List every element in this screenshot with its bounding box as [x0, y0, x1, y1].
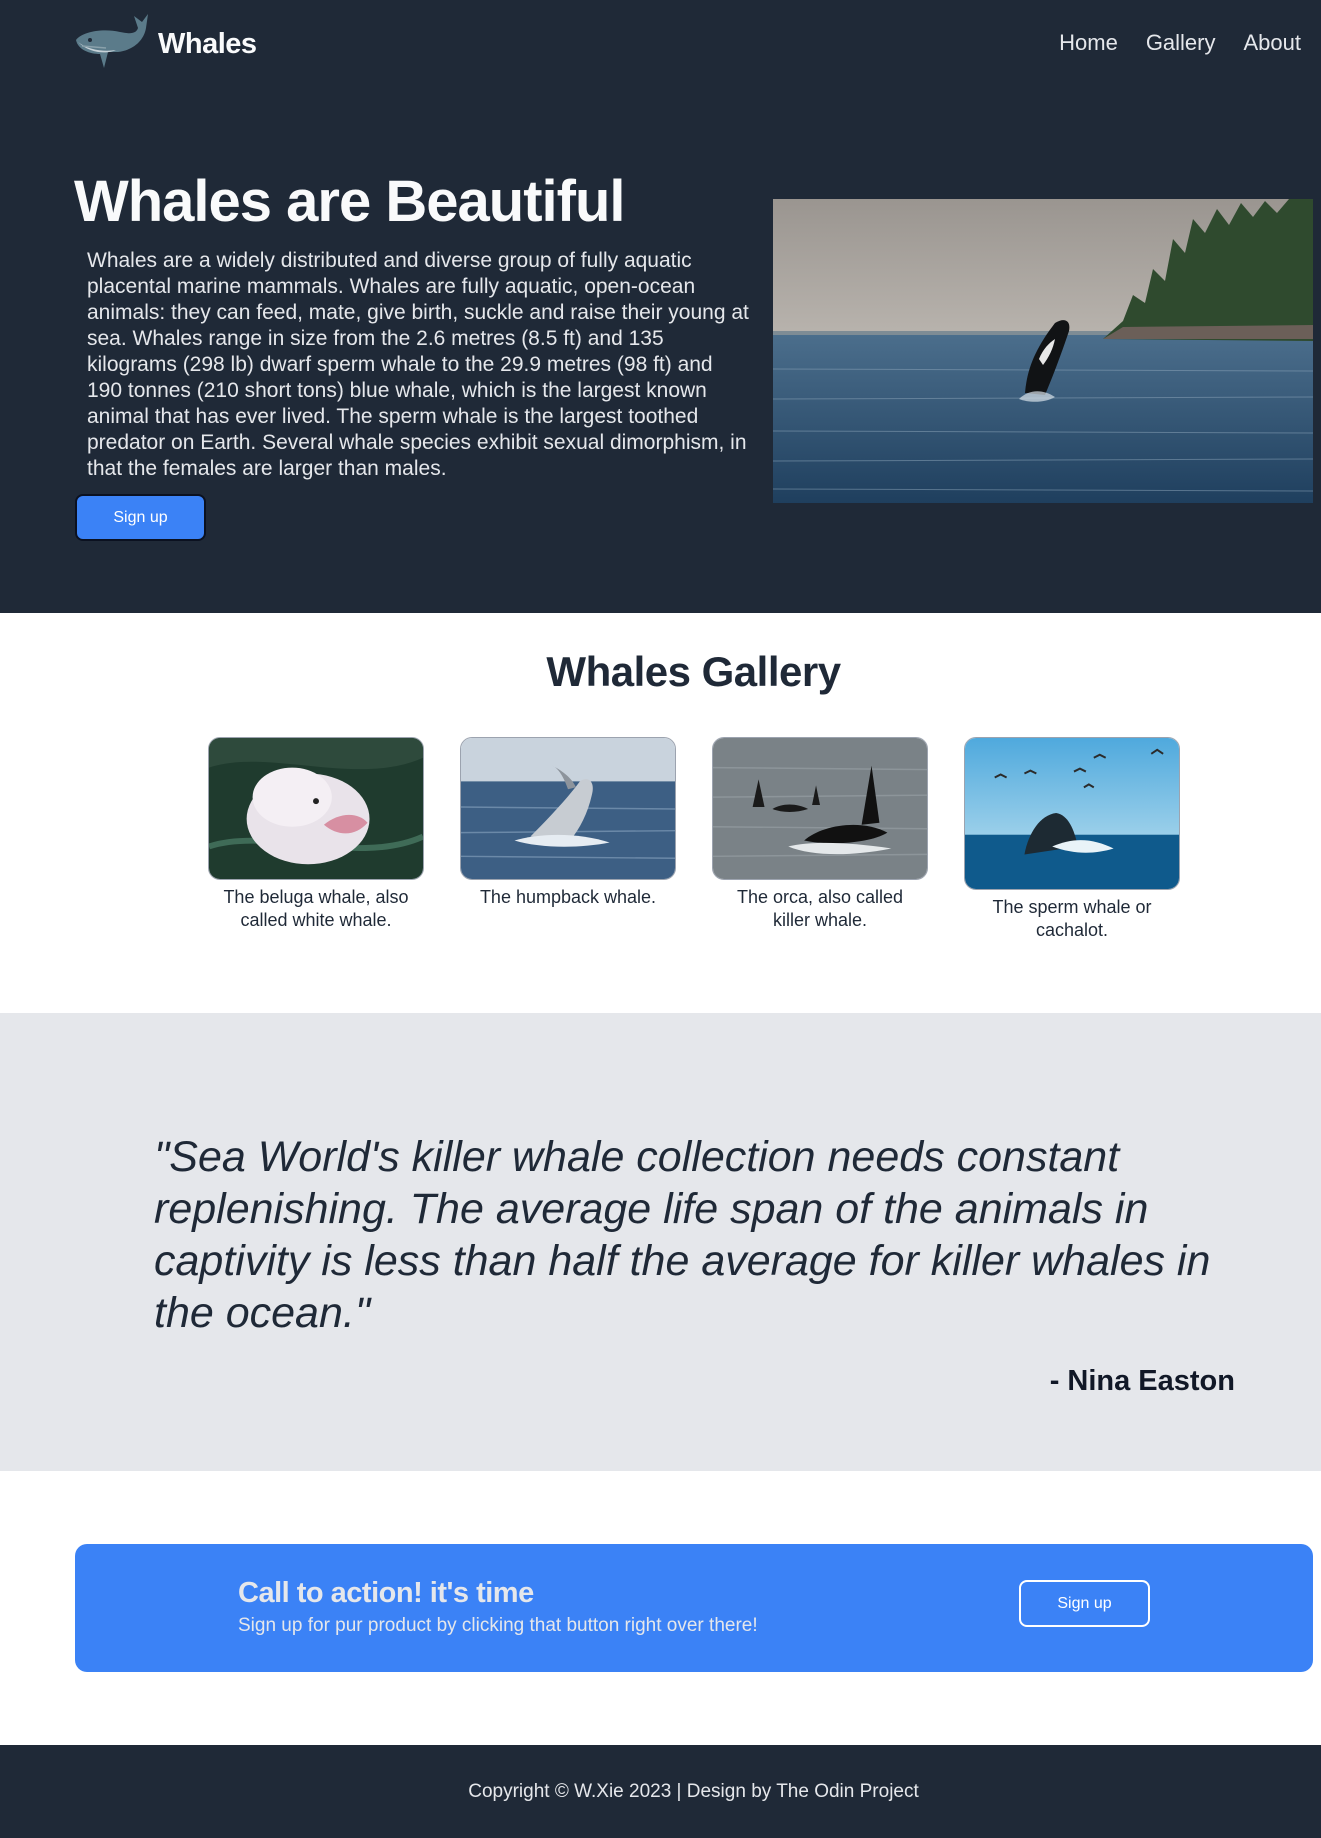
whale-icon [76, 14, 148, 68]
quote-text: "Sea World's killer whale collection nee… [154, 1133, 1211, 1337]
brand-logo[interactable]: Whales [72, 10, 257, 78]
cta-banner: Call to action! it's time Sign up for pu… [75, 1544, 1313, 1672]
nav-link-about[interactable]: About [1244, 30, 1302, 56]
gallery-card-sperm-whale[interactable]: The sperm whale or cachalot. [964, 737, 1180, 942]
hero-section: Whales Home Gallery About Whales are Bea… [0, 0, 1321, 613]
quote-section: "Sea World's killer whale collection nee… [0, 1013, 1321, 1471]
brand-name: Whales [158, 27, 257, 60]
card-caption: The orca, also called killer whale. [736, 887, 904, 930]
gallery-card-humpback[interactable]: The humpback whale. [460, 737, 676, 909]
hero-title: Whales are Beautiful [74, 169, 625, 234]
navbar: Whales Home Gallery About [0, 0, 1321, 88]
hero-image-orca [773, 199, 1313, 503]
card-caption: The sperm whale or cachalot. [992, 897, 1152, 940]
cta-title: Call to action! it's time [238, 1577, 534, 1609]
card-caption: The humpback whale. [479, 887, 657, 907]
quote-author: - Nina Easton [1049, 1365, 1235, 1397]
page: Whales Home Gallery About Whales are Bea… [0, 0, 1321, 1838]
gallery-card-beluga[interactable]: The beluga whale, also called white whal… [208, 737, 424, 932]
gallery-title: Whales Gallery [546, 648, 841, 695]
hero-description: Whales are a widely distributed and dive… [87, 249, 749, 480]
nav-link-gallery[interactable]: Gallery [1146, 30, 1216, 56]
gallery-card-orca[interactable]: The orca, also called killer whale. [712, 737, 928, 932]
beluga-image [208, 737, 424, 880]
footer: Copyright © W.Xie 2023 | Design by The O… [0, 1745, 1321, 1838]
footer-copyright: Copyright © W.Xie 2023 | Design by The O… [468, 1781, 919, 1802]
nav-link-home[interactable]: Home [1059, 30, 1118, 56]
gallery-section: Whales Gallery The beluga whale, also ca… [0, 613, 1321, 1013]
orca-image [712, 737, 928, 880]
card-caption: The beluga whale, also called white whal… [223, 887, 409, 930]
cta-signup-button[interactable]: Sign up [1019, 1580, 1150, 1627]
sperm-whale-image [964, 737, 1180, 890]
nav-links: Home Gallery About [1059, 30, 1301, 56]
humpback-image [460, 737, 676, 880]
hero-signup-button[interactable]: Sign up [75, 494, 206, 541]
cta-subtitle: Sign up for pur product by clicking that… [238, 1615, 758, 1636]
